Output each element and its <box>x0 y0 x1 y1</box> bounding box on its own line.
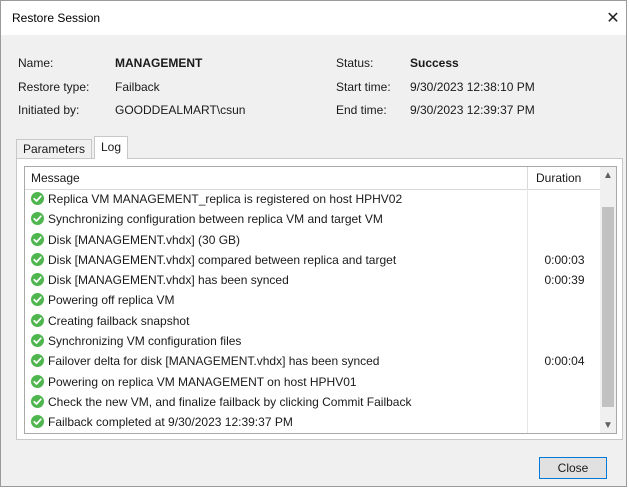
name-label: Name: <box>18 56 54 70</box>
success-check-icon <box>31 192 44 205</box>
scroll-up-icon[interactable]: ▲ <box>600 167 616 183</box>
log-duration <box>527 391 601 413</box>
title-bar: Restore Session ✕ <box>1 1 626 35</box>
log-row[interactable]: Synchronizing VM configuration files <box>25 331 601 352</box>
log-duration <box>527 290 601 311</box>
log-grid: Message Duration Replica VM MANAGEMENT_r… <box>24 166 617 434</box>
log-row[interactable]: Disk [MANAGEMENT.vhdx] (30 GB) <box>25 229 601 250</box>
log-row[interactable]: Powering off replica VM <box>25 290 601 311</box>
log-tab-panel: Message Duration Replica VM MANAGEMENT_r… <box>16 158 623 440</box>
log-message: Creating failback snapshot <box>48 313 190 328</box>
log-duration: 0:00:03 <box>527 249 601 271</box>
name-value: MANAGEMENT <box>115 56 203 70</box>
log-message: Check the new VM, and finalize failback … <box>48 394 412 409</box>
start-time-label: Start time: <box>336 80 391 94</box>
log-duration <box>527 310 601 332</box>
start-time-value: 9/30/2023 12:38:10 PM <box>410 80 535 94</box>
log-message: Failover delta for disk [MANAGEMENT.vhdx… <box>48 354 380 369</box>
log-duration <box>527 412 601 433</box>
log-message: Disk [MANAGEMENT.vhdx] has been synced <box>48 273 289 288</box>
status-label: Status: <box>336 56 374 70</box>
column-header-duration[interactable]: Duration <box>527 167 601 189</box>
log-message: Failback completed at 9/30/2023 12:39:37… <box>48 415 293 430</box>
success-check-icon <box>31 273 44 287</box>
log-rows: Replica VM MANAGEMENT_replica is registe… <box>25 189 601 433</box>
log-row[interactable]: Creating failback snapshot <box>25 310 601 332</box>
scrollbar-thumb[interactable] <box>602 207 614 407</box>
column-header-message[interactable]: Message <box>31 171 80 185</box>
dialog-title: Restore Session <box>12 11 101 25</box>
scroll-down-icon[interactable]: ▼ <box>600 417 616 433</box>
success-check-icon <box>31 415 44 429</box>
log-duration: 0:00:04 <box>527 351 601 372</box>
close-icon[interactable]: ✕ <box>600 5 626 31</box>
log-duration <box>527 229 601 250</box>
success-check-icon <box>31 374 44 388</box>
restore-session-dialog: Restore Session ✕ Name: MANAGEMENT Resto… <box>0 0 627 487</box>
log-message: Disk [MANAGEMENT.vhdx] compared between … <box>48 252 397 267</box>
end-time-label: End time: <box>336 103 387 117</box>
success-check-icon <box>31 212 44 226</box>
close-button[interactable]: Close <box>539 457 607 479</box>
log-duration <box>527 209 601 230</box>
log-message: Synchronizing VM configuration files <box>48 334 242 349</box>
success-check-icon <box>31 354 44 368</box>
log-row[interactable]: Check the new VM, and finalize failback … <box>25 391 601 413</box>
log-message: Synchronizing configuration between repl… <box>48 212 383 227</box>
success-check-icon <box>31 334 44 348</box>
log-duration: 0:00:39 <box>527 270 601 291</box>
success-check-icon <box>31 293 44 307</box>
log-grid-header: Message Duration <box>25 167 601 190</box>
tab-parameters[interactable]: Parameters <box>16 139 93 158</box>
log-message: Powering on replica VM MANAGEMENT on hos… <box>48 374 357 389</box>
log-duration <box>527 371 601 392</box>
status-value: Success <box>410 56 459 70</box>
log-row[interactable]: Disk [MANAGEMENT.vhdx] has been synced 0:… <box>25 270 601 291</box>
log-row[interactable]: Failback completed at 9/30/2023 12:39:37… <box>25 412 601 433</box>
log-row[interactable]: Synchronizing configuration between repl… <box>25 209 601 230</box>
tab-log[interactable]: Log <box>94 136 129 159</box>
log-row[interactable]: Disk [MANAGEMENT.vhdx] compared between … <box>25 249 601 271</box>
success-check-icon <box>31 394 44 408</box>
log-row[interactable]: Failover delta for disk [MANAGEMENT.vhdx… <box>25 351 601 372</box>
end-time-value: 9/30/2023 12:39:37 PM <box>410 103 535 117</box>
success-check-icon <box>31 232 44 246</box>
log-message: Disk [MANAGEMENT.vhdx] (30 GB) <box>48 232 241 247</box>
restore-type-value: Failback <box>115 80 160 94</box>
initiated-by-label: Initiated by: <box>18 103 80 117</box>
restore-type-label: Restore type: <box>18 80 90 94</box>
log-message: Replica VM MANAGEMENT_replica is registe… <box>48 192 403 206</box>
vertical-scrollbar[interactable]: ▲ ▼ <box>600 167 616 433</box>
log-row[interactable]: Powering on replica VM MANAGEMENT on hos… <box>25 371 601 392</box>
log-duration <box>527 189 601 210</box>
log-message: Powering off replica VM <box>48 293 175 308</box>
initiated-by-value: GOODDEALMART\csun <box>115 103 246 117</box>
log-duration <box>527 331 601 352</box>
success-check-icon <box>31 252 44 266</box>
success-check-icon <box>31 313 44 327</box>
log-row[interactable]: Replica VM MANAGEMENT_replica is registe… <box>25 189 601 210</box>
